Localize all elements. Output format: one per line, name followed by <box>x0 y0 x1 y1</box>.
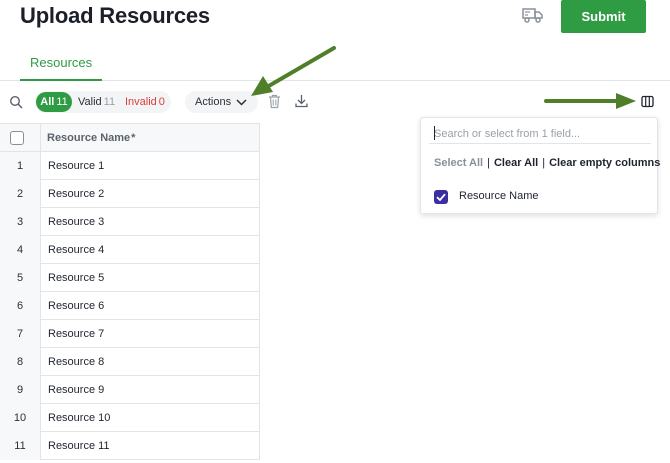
column-option-checkbox[interactable] <box>434 190 448 204</box>
resource-name-cell[interactable]: Resource 8 <box>40 348 260 376</box>
table-row[interactable]: 6 Resource 6 <box>0 292 260 320</box>
separator: | <box>542 157 546 169</box>
row-number: 4 <box>0 236 40 264</box>
page-title: Upload Resources <box>20 3 210 28</box>
panel-actions: Select All | Clear All | Clear empty columns <box>434 157 660 169</box>
separator: | <box>487 157 490 169</box>
submit-button[interactable]: Submit <box>561 0 646 33</box>
filter-all-button[interactable]: All 11 <box>36 92 72 112</box>
table-row[interactable]: 7 Resource 7 <box>0 320 260 348</box>
row-number: 8 <box>0 348 40 376</box>
filter-valid-count: 11 <box>103 96 116 108</box>
resource-name-cell[interactable]: Resource 4 <box>40 236 260 264</box>
row-number: 7 <box>0 320 40 348</box>
row-number: 9 <box>0 376 40 404</box>
resource-name-cell[interactable]: Resource 10 <box>40 404 260 432</box>
row-number: 6 <box>0 292 40 320</box>
filter-invalid-count: 0 <box>158 96 165 108</box>
annotation-arrow-to-actions <box>251 46 336 96</box>
resource-name-cell[interactable]: Resource 5 <box>40 264 260 292</box>
select-all-checkbox[interactable] <box>10 131 24 145</box>
required-marker: * <box>131 132 136 144</box>
annotation-arrow-to-columns <box>544 93 636 109</box>
column-option-resource-name[interactable]: Resource Name <box>434 189 634 205</box>
column-header-label: Resource Name <box>47 132 131 144</box>
resource-name-cell[interactable]: Resource 2 <box>40 180 260 208</box>
filter-invalid-button[interactable]: Invalid 0 <box>125 92 165 112</box>
table-row[interactable]: 10 Resource 10 <box>0 404 260 432</box>
filter-invalid-label: Invalid <box>125 96 157 108</box>
filter-valid-label: Valid <box>78 96 102 108</box>
table-row[interactable]: 1 Resource 1 <box>0 152 260 180</box>
search-icon[interactable] <box>9 95 23 109</box>
truck-icon[interactable] <box>522 6 544 24</box>
tab-resources[interactable]: Resources <box>20 48 103 81</box>
actions-label: Actions <box>195 96 232 108</box>
columns-icon[interactable] <box>641 95 654 108</box>
column-header-resource-name[interactable]: Resource Name* <box>40 124 260 152</box>
table-row[interactable]: 9 Resource 9 <box>0 376 260 404</box>
resource-name-cell[interactable]: Resource 6 <box>40 292 260 320</box>
row-number: 11 <box>0 432 40 460</box>
select-all-link[interactable]: Select All <box>434 157 483 169</box>
row-number: 1 <box>0 152 40 180</box>
resource-grid: Resource Name* 1 Resource 1 2 Resource 2 3 Re… <box>0 123 260 463</box>
row-number: 3 <box>0 208 40 236</box>
text-cursor <box>434 126 435 140</box>
column-search-input[interactable] <box>429 124 651 144</box>
table-row[interactable]: 5 Resource 5 <box>0 264 260 292</box>
resource-name-cell[interactable]: Resource 7 <box>40 320 260 348</box>
row-number: 2 <box>0 180 40 208</box>
column-option-label: Resource Name <box>459 190 539 202</box>
table-row[interactable]: 8 Resource 8 <box>0 348 260 376</box>
table-row[interactable]: 11 Resource 11 <box>0 432 260 460</box>
row-number: 10 <box>0 404 40 432</box>
table-row[interactable]: 2 Resource 2 <box>0 180 260 208</box>
grid-header: Resource Name* <box>0 124 260 152</box>
column-selector-panel: Select All|Clear All|Clear empty columns… <box>420 117 660 214</box>
resource-name-cell[interactable]: Resource 11 <box>40 432 260 460</box>
filter-valid-button[interactable]: Valid 11 <box>78 92 115 112</box>
filter-all-label: All <box>40 96 55 108</box>
filter-all-count: 11 <box>56 96 68 108</box>
row-number: 5 <box>0 264 40 292</box>
table-row[interactable]: 4 Resource 4 <box>0 236 260 264</box>
header: Upload Resources Submit <box>0 0 670 40</box>
clear-all-link[interactable]: Clear All <box>494 157 538 169</box>
resource-name-cell[interactable]: Resource 3 <box>40 208 260 236</box>
resource-name-cell[interactable]: Resource 1 <box>40 152 260 180</box>
filter-group: All 11 Valid 11 Invalid 0 <box>35 91 171 113</box>
check-icon <box>436 193 446 202</box>
table-row[interactable]: 3 Resource 3 <box>0 208 260 236</box>
resource-name-cell[interactable]: Resource 9 <box>40 376 260 404</box>
clear-empty-columns-link[interactable]: Clear empty columns <box>549 157 660 169</box>
